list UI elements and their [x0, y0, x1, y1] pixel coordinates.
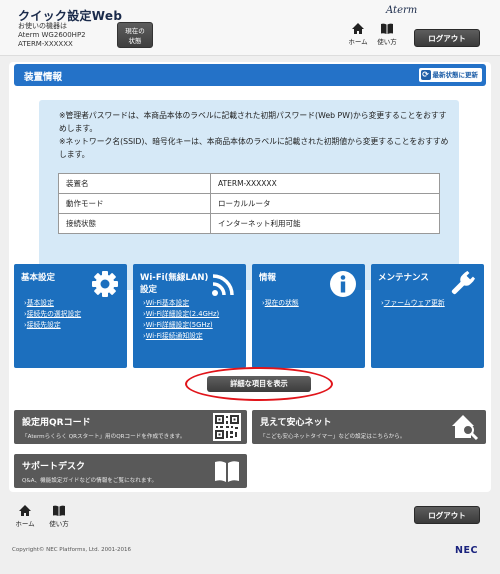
table-row: 接続状態 インターネット利用可能 — [58, 213, 440, 234]
refresh-button[interactable]: ⟳ 最新状態に更新 — [418, 68, 482, 82]
link-connection-select[interactable]: 接続先の選択設定 — [24, 309, 81, 320]
link-firmware-update[interactable]: ファームウェア更新 — [381, 298, 445, 309]
footer-help-button[interactable]: 使い方 — [48, 504, 70, 532]
qr-banner-title: 設定用QRコード — [22, 418, 91, 428]
table-row: 動作モード ローカルルータ — [58, 193, 440, 214]
nec-logo: NEC — [455, 545, 478, 556]
table-key: 動作モード — [58, 193, 211, 214]
safe-net-banner-title: 見えて安心ネット — [260, 418, 332, 428]
tile-title-line: Wi-Fi(無線LAN) — [140, 273, 209, 283]
show-detail-button[interactable]: 詳細な項目を表示 — [207, 376, 311, 392]
house-magnifier-icon — [452, 415, 479, 441]
link-wifi-detail-24ghz[interactable]: Wi-Fi詳細設定(2.4GHz) — [143, 309, 219, 320]
support-desk-banner[interactable]: サポートデスク Q&A、機能設定ガイドなどの情報をご覧になれます。 — [14, 454, 247, 488]
tile-title: Wi-Fi(無線LAN) 設定 — [140, 272, 208, 296]
current-status-label-line2: 状態 — [128, 37, 142, 45]
link-current-status[interactable]: 現在の状態 — [262, 298, 299, 309]
header: クイック設定Web お使いの機器は Aterm WG2600HP2 ATERM-… — [0, 0, 500, 56]
section-title: 装置情報 — [24, 72, 63, 83]
tile-title: 基本設定 — [21, 272, 55, 284]
link-wifi-notification[interactable]: Wi-Fi接続通知設定 — [143, 331, 219, 342]
support-banner-subtitle: Q&A、機能設定ガイドなどの情報をご覧になれます。 — [22, 478, 158, 484]
safe-net-banner[interactable]: 見えて安心ネット 「こども安心ネットタイマー」などの設定はこちらから。 — [252, 410, 486, 444]
device-model: Aterm WG2600HP2 — [18, 31, 86, 39]
footer-help-label: 使い方 — [49, 520, 69, 528]
book-icon — [381, 23, 393, 34]
table-row: 装置名 ATERM-XXXXXX — [58, 173, 440, 194]
qr-code-banner[interactable]: 設定用QRコード 「Atermらくらく QRスタート」用のQRコードを作成できま… — [14, 410, 247, 444]
device-name: ATERM-XXXXXX — [18, 40, 73, 48]
book-icon — [53, 505, 65, 516]
table-value: インターネット利用可能 — [210, 213, 440, 234]
refresh-label: 最新状態に更新 — [432, 71, 479, 79]
ssid-note: ※ネットワーク名(SSID)、暗号化キーは、本商品本体のラベルに記載された初期値… — [59, 137, 449, 159]
tile-title-line: 基本設定 — [21, 273, 56, 283]
device-label: お使いの機器は — [18, 22, 67, 30]
help-button[interactable]: 使い方 — [376, 22, 398, 50]
current-status-button[interactable]: 現在の 状態 — [117, 22, 153, 48]
link-connection-settings[interactable]: 接続先設定 — [24, 320, 81, 331]
device-info-box: ※管理者パスワードは、本商品本体のラベルに記載された初期パスワード(Web PW… — [39, 100, 459, 290]
tile-title-line: メンテナンス — [378, 273, 429, 283]
link-basic-settings[interactable]: 基本設定 — [24, 298, 81, 309]
table-value: ATERM-XXXXXX — [210, 173, 440, 194]
footer-home-button[interactable]: ホーム — [14, 504, 36, 532]
wrench-icon — [451, 270, 476, 295]
gear-icon — [92, 271, 118, 297]
home-button[interactable]: ホーム — [347, 22, 369, 50]
tile-title-line: 設定 — [140, 285, 158, 295]
link-wifi-detail-5ghz[interactable]: Wi-Fi詳細設定(5GHz) — [143, 320, 219, 331]
link-wifi-basic[interactable]: Wi-Fi基本設定 — [143, 298, 219, 309]
home-label: ホーム — [348, 38, 368, 46]
aterm-logo: Aterm — [386, 5, 418, 16]
book-icon — [215, 461, 239, 482]
section-header: 装置情報 ⟳ 最新状態に更新 — [14, 64, 486, 86]
footer-logout-button[interactable]: ログアウト — [414, 506, 480, 524]
help-label: 使い方 — [377, 38, 397, 46]
copyright: Copyright© NEC Platforms, Ltd. 2001-2016 — [12, 547, 132, 553]
tile-links: 基本設定 接続先の選択設定 接続先設定 — [24, 298, 81, 331]
tile-basic-settings: 基本設定 基本設定 接続先の選択設定 接続先設定 — [14, 264, 127, 368]
logout-button[interactable]: ログアウト — [414, 29, 480, 47]
tile-wifi-settings: Wi-Fi(無線LAN) 設定 Wi-Fi基本設定 Wi-Fi詳細設定(2.4G… — [133, 264, 246, 368]
password-note: ※管理者パスワードは、本商品本体のラベルに記載された初期パスワード(Web PW… — [59, 111, 447, 133]
info-icon — [330, 271, 356, 297]
tile-maintenance: メンテナンス ファームウェア更新 — [371, 264, 484, 368]
safe-net-banner-subtitle: 「こども安心ネットタイマー」などの設定はこちらから。 — [260, 434, 406, 440]
tile-links: Wi-Fi基本設定 Wi-Fi詳細設定(2.4GHz) Wi-Fi詳細設定(5G… — [143, 298, 219, 342]
tile-title: メンテナンス — [378, 272, 429, 284]
refresh-icon: ⟳ — [420, 70, 431, 80]
table-key: 装置名 — [58, 173, 211, 194]
tile-links: 現在の状態 — [262, 298, 299, 309]
tile-title-line: 情報 — [259, 273, 277, 283]
table-key: 接続状態 — [58, 213, 211, 234]
current-status-label-line1: 現在の — [125, 27, 145, 35]
footer-home-label: ホーム — [15, 520, 35, 528]
qr-banner-subtitle: 「Atermらくらく QRスタート」用のQRコードを作成できます。 — [22, 434, 186, 440]
home-icon — [352, 23, 364, 34]
tile-links: ファームウェア更新 — [381, 298, 445, 309]
footer-nav: ホーム 使い方 ログアウト — [0, 500, 500, 530]
main-panel: 装置情報 ⟳ 最新状態に更新 ※管理者パスワードは、本商品本体のラベルに記載され… — [9, 62, 491, 492]
table-value: ローカルルータ — [210, 193, 440, 214]
device-table: 装置名 ATERM-XXXXXX 動作モード ローカルルータ 接続状態 インター… — [58, 173, 440, 234]
tile-info: 情報 現在の状態 — [252, 264, 365, 368]
wifi-icon — [212, 274, 234, 296]
home-icon — [19, 505, 31, 516]
support-banner-title: サポートデスク — [22, 462, 86, 472]
qr-code-icon — [213, 413, 241, 441]
tile-title: 情報 — [259, 272, 276, 284]
